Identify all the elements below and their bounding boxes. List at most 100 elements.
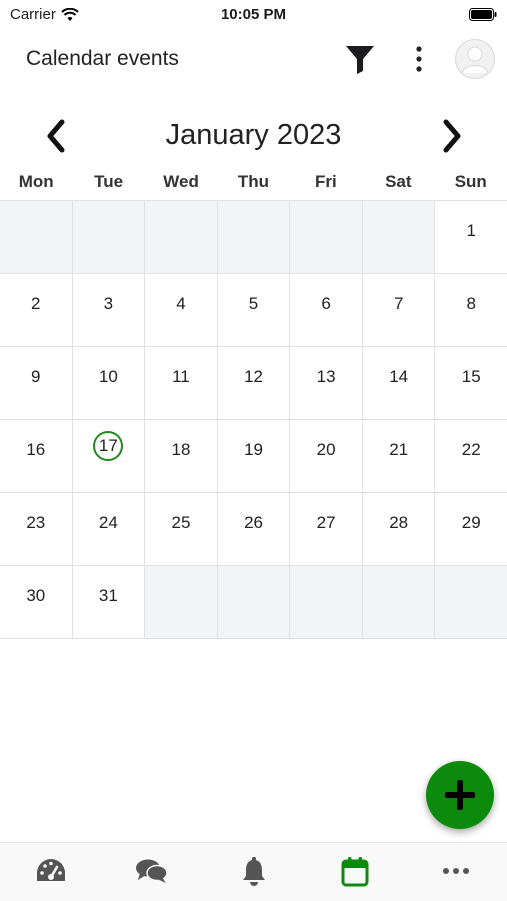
plus-icon	[445, 780, 475, 810]
calendar-empty-cell	[290, 201, 363, 273]
day-number: 27	[316, 513, 336, 532]
day-number: 1	[466, 221, 476, 240]
calendar-empty-cell	[217, 201, 291, 273]
calendar-day[interactable]: 27	[290, 493, 363, 565]
day-number: 21	[389, 440, 409, 459]
calendar-day[interactable]: 25	[145, 493, 218, 565]
calendar-day[interactable]: 24	[73, 493, 146, 565]
calendar-day[interactable]: 12	[218, 347, 291, 419]
more-horizontal-icon	[443, 868, 470, 874]
battery-icon	[469, 8, 497, 21]
avatar[interactable]	[455, 39, 495, 79]
calendar-day[interactable]: 3	[73, 274, 146, 346]
calendar-day[interactable]: 15	[435, 347, 507, 419]
day-number: 25	[171, 513, 191, 532]
weekday-label: Thu	[237, 172, 270, 191]
tab-more[interactable]	[406, 843, 507, 901]
day-number: 26	[244, 513, 263, 532]
month-label: January 2023	[165, 119, 342, 151]
dashboard-icon	[36, 859, 65, 881]
calendar-day[interactable]: 9	[0, 347, 73, 419]
day-number: 6	[321, 294, 331, 313]
calendar-day[interactable]: 20	[290, 420, 363, 492]
calendar-week-row: 2 3 4 5 6 7 8	[0, 274, 507, 347]
calendar-day[interactable]: 18	[145, 420, 218, 492]
page-title: Calendar events	[26, 47, 179, 70]
bell-icon	[242, 857, 265, 886]
calendar-day[interactable]: 19	[218, 420, 291, 492]
calendar-day[interactable]: 16	[0, 420, 73, 492]
day-number: 18	[171, 440, 191, 459]
calendar-week-row: 9 10 11 12 13 14 15	[0, 347, 507, 420]
calendar-day[interactable]: 1	[435, 201, 507, 273]
calendar-day-today[interactable]: 17	[73, 420, 146, 492]
day-number: 3	[103, 294, 114, 313]
calendar-empty-cell	[145, 566, 218, 638]
calendar-day[interactable]: 26	[218, 493, 291, 565]
weekday-header: Mon Tue Wed Thu Fri Sat Sun	[0, 172, 507, 196]
weekday-label: Wed	[163, 172, 199, 191]
more-vertical-icon[interactable]	[405, 43, 433, 75]
day-number: 5	[248, 294, 259, 313]
calendar-empty-cell	[435, 566, 507, 638]
chat-icon	[136, 859, 168, 883]
calendar-day[interactable]: 28	[363, 493, 436, 565]
calendar-empty-cell	[217, 566, 291, 638]
day-number: 13	[316, 367, 336, 386]
chevron-right-icon[interactable]	[434, 114, 470, 158]
calendar-empty-cell	[290, 566, 363, 638]
calendar-day[interactable]: 30	[0, 566, 73, 638]
weekday-label: Mon	[18, 172, 54, 191]
calendar-day[interactable]: 14	[363, 347, 436, 419]
day-number: 17	[93, 431, 124, 461]
day-number: 8	[466, 294, 476, 313]
day-number: 31	[98, 586, 118, 605]
weekday-label: Sat	[385, 172, 412, 191]
day-number: 23	[26, 513, 46, 532]
day-number: 16	[26, 440, 46, 459]
calendar-day[interactable]: 10	[73, 347, 146, 419]
calendar-day[interactable]: 2	[0, 274, 73, 346]
day-number: 24	[98, 513, 118, 532]
calendar-week-row: 1	[0, 201, 507, 274]
day-number: 9	[31, 367, 41, 386]
calendar-empty-cell	[362, 201, 436, 273]
status-bar: Carrier 10:05 PM	[0, 0, 507, 28]
day-number: 28	[389, 513, 409, 532]
weekday-label: Fri	[315, 172, 337, 191]
calendar-empty-cell	[72, 201, 146, 273]
calendar-day[interactable]: 13	[290, 347, 363, 419]
calendar-day[interactable]: 22	[435, 420, 507, 492]
calendar-day[interactable]: 7	[363, 274, 436, 346]
calendar-day[interactable]: 4	[145, 274, 218, 346]
day-number: 2	[31, 294, 41, 313]
calendar-icon	[341, 857, 369, 887]
calendar-day[interactable]: 5	[218, 274, 291, 346]
day-number: 4	[176, 294, 186, 313]
status-time: 10:05 PM	[220, 6, 287, 23]
filter-icon[interactable]	[344, 43, 376, 75]
weekday-label: Sun	[454, 172, 487, 191]
tab-notifications[interactable]	[203, 843, 304, 901]
tab-chat[interactable]	[101, 843, 202, 901]
add-event-button[interactable]	[426, 761, 494, 829]
calendar-week-row: 23 24 25 26 27 28 29	[0, 493, 507, 566]
calendar-day[interactable]: 8	[435, 274, 507, 346]
calendar-week-row: 30 31	[0, 566, 507, 639]
day-number: 14	[389, 367, 409, 386]
calendar-week-row: 16 17 18 19 20 21 22	[0, 420, 507, 493]
calendar-day[interactable]: 21	[363, 420, 436, 492]
tab-dashboard[interactable]	[0, 843, 101, 901]
calendar-day[interactable]: 6	[290, 274, 363, 346]
calendar-day[interactable]: 31	[73, 566, 146, 638]
day-number: 15	[461, 367, 481, 386]
month-navigation: January 2023	[0, 110, 507, 162]
calendar-day[interactable]: 11	[145, 347, 218, 419]
tab-calendar[interactable]	[304, 843, 405, 901]
weekday-label: Tue	[94, 172, 124, 191]
calendar-day[interactable]: 23	[0, 493, 73, 565]
day-number: 7	[393, 294, 404, 313]
calendar-empty-cell	[0, 201, 73, 273]
calendar-day[interactable]: 29	[435, 493, 507, 565]
app-bar: Calendar events	[0, 30, 507, 88]
